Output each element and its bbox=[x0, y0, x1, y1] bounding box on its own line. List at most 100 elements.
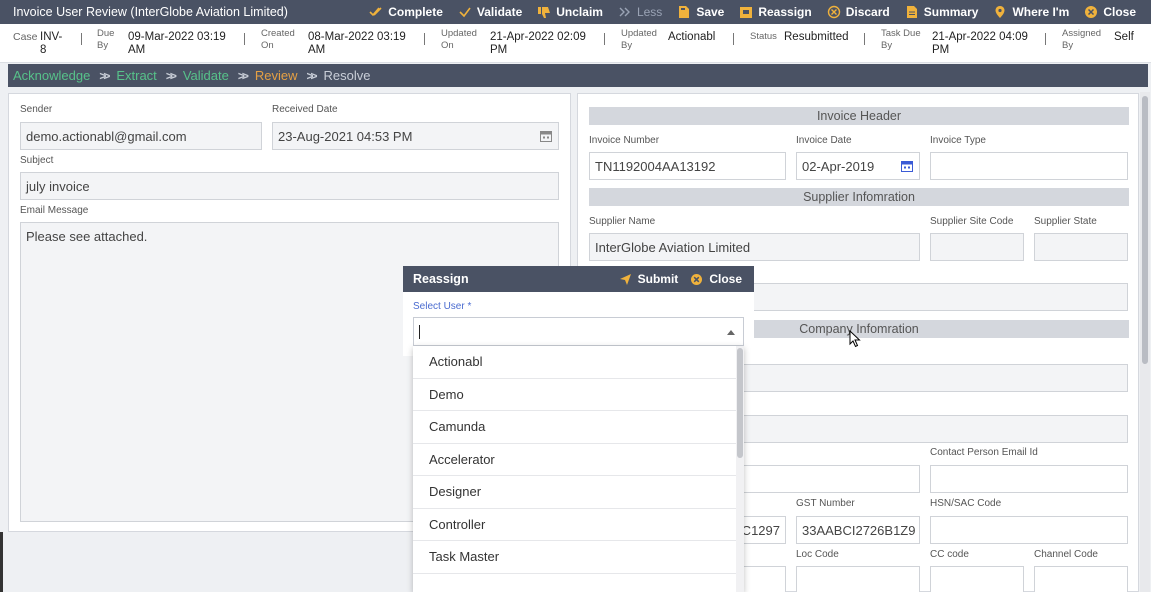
step-acknowledge[interactable]: Acknowledge bbox=[13, 68, 90, 83]
task-due-value-2: PM bbox=[932, 44, 950, 56]
double-chevron-icon bbox=[619, 7, 630, 17]
dropdown-option[interactable] bbox=[413, 574, 744, 592]
supplier-name-field[interactable]: InterGlobe Aviation Limited bbox=[589, 233, 920, 261]
dropdown-option[interactable]: Designer bbox=[413, 476, 744, 509]
gst-number-field[interactable]: 33AABCI2726B1Z9 bbox=[796, 516, 920, 544]
dialog-close-label: Close bbox=[709, 272, 742, 286]
case-value-2: 8 bbox=[40, 44, 47, 56]
task-due-label-2: By bbox=[881, 40, 893, 51]
channel-code-field[interactable] bbox=[1034, 566, 1128, 592]
task-due-value-1: 21-Apr-2022 04:09 bbox=[932, 31, 1028, 43]
subject-field[interactable]: july invoice bbox=[20, 172, 559, 200]
discard-circle-icon bbox=[827, 5, 840, 19]
dropdown-option[interactable]: Controller bbox=[413, 509, 744, 541]
sender-field[interactable]: demo.actionabl@gmail.com bbox=[20, 122, 262, 150]
contact-email-field[interactable] bbox=[930, 465, 1128, 493]
loc-code-field[interactable] bbox=[796, 566, 920, 592]
dropdown-scrollbar-thumb[interactable] bbox=[737, 348, 743, 458]
invoice-type-field[interactable] bbox=[930, 152, 1128, 180]
invoice-date-label: Invoice Date bbox=[796, 135, 852, 146]
cc-code-label: CC code bbox=[930, 549, 969, 560]
summary-label: Summary bbox=[923, 5, 979, 19]
thumbs-down-icon bbox=[538, 7, 551, 18]
discard-button[interactable]: Discard bbox=[827, 5, 890, 19]
validate-label: Validate bbox=[476, 5, 523, 19]
supplier-site-code-field[interactable] bbox=[930, 233, 1024, 261]
received-date-field[interactable]: 23-Aug-2021 04:53 PM bbox=[272, 122, 559, 150]
divider bbox=[604, 33, 605, 45]
invoice-header-section: Invoice Header bbox=[589, 107, 1129, 125]
updated-by-label-1: Updated bbox=[621, 28, 657, 39]
subject-label: Subject bbox=[20, 155, 54, 166]
dialog-title: Reassign bbox=[413, 272, 469, 286]
supplier-site-code-label: Supplier Site Code bbox=[930, 216, 1014, 227]
reassign-button[interactable]: Reassign bbox=[739, 5, 812, 19]
due-value-2: AM bbox=[128, 44, 146, 56]
created-value-1: 08-Mar-2022 03:19 bbox=[308, 31, 406, 43]
assigned-value: Self bbox=[1114, 31, 1134, 43]
supplier-state-field[interactable] bbox=[1034, 233, 1128, 261]
reassign-icon bbox=[740, 7, 753, 18]
supplier-name-label: Supplier Name bbox=[589, 216, 656, 227]
dropdown-option[interactable]: Demo bbox=[413, 379, 744, 411]
select-user-input[interactable] bbox=[413, 317, 744, 346]
calendar-icon[interactable] bbox=[540, 130, 552, 142]
step-review[interactable]: Review bbox=[255, 68, 298, 83]
case-label: Case bbox=[13, 31, 38, 43]
check-icon bbox=[459, 7, 471, 18]
supplier-state-label: Supplier State bbox=[1034, 216, 1097, 227]
divider bbox=[81, 33, 82, 45]
dropdown-option[interactable]: Task Master bbox=[413, 541, 744, 574]
calendar-icon[interactable] bbox=[901, 160, 913, 172]
divider bbox=[864, 33, 865, 45]
updated-by-label-2: By bbox=[621, 40, 633, 51]
cc-code-field[interactable] bbox=[930, 566, 1024, 592]
where-am-i-button[interactable]: Where I'm bbox=[993, 5, 1069, 19]
unclaim-button[interactable]: Unclaim bbox=[537, 5, 603, 19]
invoice-number-field[interactable]: TN1192004AA13192 bbox=[589, 152, 786, 180]
window-edge bbox=[0, 532, 3, 592]
created-label-2: On bbox=[261, 40, 274, 51]
assigned-label-2: By bbox=[1062, 40, 1074, 51]
updated-on-label-1: Updated bbox=[441, 28, 477, 39]
summary-button[interactable]: Summary bbox=[905, 5, 979, 19]
double-check-icon bbox=[369, 7, 382, 17]
step-validate[interactable]: Validate bbox=[183, 68, 229, 83]
page-scrollbar-thumb[interactable] bbox=[1142, 96, 1148, 364]
validate-button[interactable]: Validate bbox=[458, 5, 522, 19]
dropdown-option[interactable]: Camunda bbox=[413, 411, 744, 444]
invoice-date-value: 02-Apr-2019 bbox=[802, 159, 875, 174]
dropdown-option[interactable]: Accelerator bbox=[413, 444, 744, 476]
hsn-sac-field[interactable] bbox=[930, 516, 1128, 544]
submit-button[interactable]: Submit bbox=[619, 272, 678, 286]
location-pin-icon bbox=[995, 6, 1005, 18]
chevron-up-icon[interactable] bbox=[727, 330, 735, 335]
case-value-1: INV- bbox=[40, 31, 63, 43]
status-value: Resubmitted bbox=[784, 31, 849, 43]
chevron-right-icon: >> bbox=[165, 68, 177, 83]
invoice-number-label: Invoice Number bbox=[589, 135, 660, 146]
created-value-2: AM bbox=[308, 44, 326, 56]
received-date-label: Received Date bbox=[272, 104, 338, 115]
mouse-pointer-icon bbox=[849, 330, 861, 348]
complete-button[interactable]: Complete bbox=[369, 5, 443, 19]
less-button[interactable]: Less bbox=[618, 5, 662, 19]
gst-number-label: GST Number bbox=[796, 498, 855, 509]
hsn-sac-label: HSN/SAC Code bbox=[930, 498, 1002, 509]
save-button[interactable]: Save bbox=[677, 5, 724, 19]
close-circle-icon bbox=[691, 273, 703, 285]
invoice-date-field[interactable]: 02-Apr-2019 bbox=[796, 152, 920, 180]
dialog-close-button[interactable]: Close bbox=[690, 272, 742, 286]
step-extract[interactable]: Extract bbox=[116, 68, 156, 83]
case-meta-bar: Case INV- 8 Due By 09-Mar-2022 03:19 AM … bbox=[0, 24, 1151, 63]
select-user-label: Select User * bbox=[413, 301, 472, 312]
text-caret bbox=[419, 325, 420, 339]
summary-doc-icon bbox=[906, 6, 917, 18]
workflow-steps: Acknowledge >> Extract >> Validate >> Re… bbox=[8, 64, 1148, 87]
dropdown-option[interactable]: Actionabl bbox=[413, 346, 744, 379]
loc-code-label: Loc Code bbox=[796, 549, 839, 560]
invoice-type-label: Invoice Type bbox=[930, 135, 986, 146]
close-button[interactable]: Close bbox=[1084, 5, 1136, 19]
step-resolve[interactable]: Resolve bbox=[324, 68, 371, 83]
updated-on-value-2: PM bbox=[490, 44, 508, 56]
